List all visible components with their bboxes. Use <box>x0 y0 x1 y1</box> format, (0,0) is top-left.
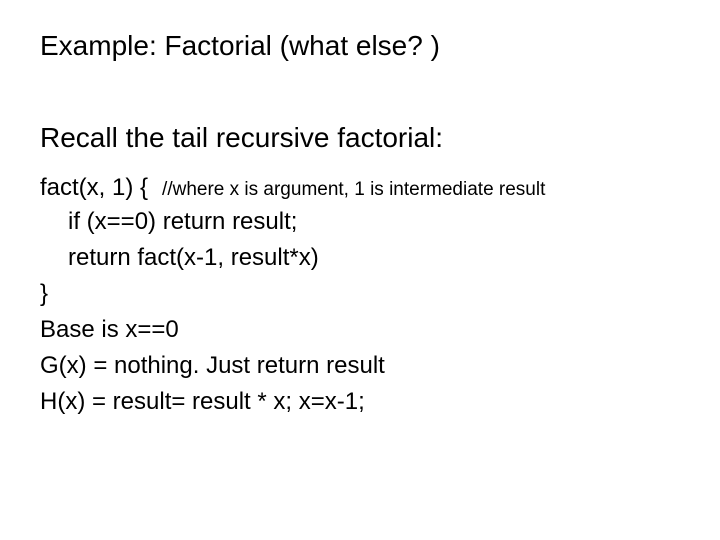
note-h: H(x) = result= result * x; x=x-1; <box>40 384 680 420</box>
code-line: if (x==0) return result; <box>40 204 680 240</box>
code-line: return fact(x-1, result*x) <box>40 240 680 276</box>
note-base: Base is x==0 <box>40 312 680 348</box>
slide-subtitle: Recall the tail recursive factorial: <box>40 122 680 154</box>
signature-row: fact(x, 1) { //where x is argument, 1 is… <box>40 174 680 202</box>
function-signature: fact(x, 1) { <box>40 174 148 202</box>
slide-title: Example: Factorial (what else? ) <box>40 30 680 62</box>
note-g: G(x) = nothing. Just return result <box>40 348 680 384</box>
code-comment: //where x is argument, 1 is intermediate… <box>162 179 545 201</box>
code-close-brace: } <box>40 276 680 312</box>
